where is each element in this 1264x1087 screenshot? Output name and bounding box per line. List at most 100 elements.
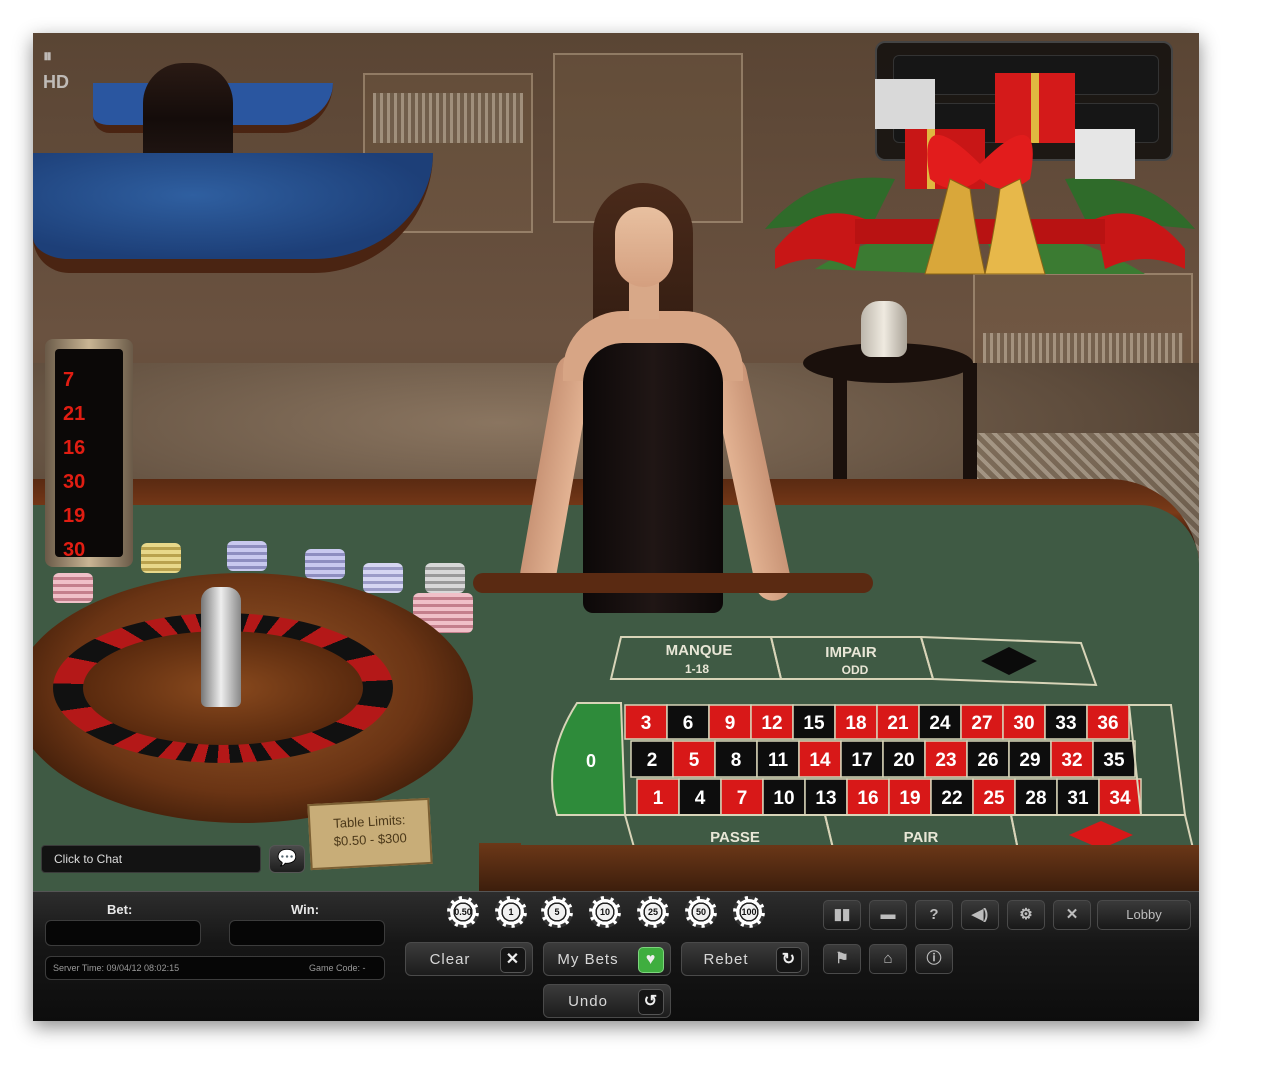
- bet-number-label: 26: [977, 750, 998, 771]
- history-list: 7 21 16 30 19 30: [55, 349, 123, 561]
- bet-number-label: 11: [768, 750, 789, 771]
- bet-number-label: 1: [653, 788, 664, 809]
- vase: [861, 301, 907, 357]
- bet-label: Bet:: [107, 902, 133, 917]
- server-time: Server Time: 09/04/12 08:02:15: [53, 963, 180, 973]
- bet-number-label: 14: [809, 750, 831, 771]
- wall-vent: [373, 93, 523, 143]
- bet-number-label: 22: [941, 788, 962, 809]
- bet-number-label: 24: [929, 713, 951, 734]
- background-blackjack-table: [33, 153, 433, 273]
- win-amount-field: [229, 920, 385, 946]
- bet-number-label: 10: [773, 788, 794, 809]
- flag-icon[interactable]: ⚑: [823, 944, 861, 974]
- bet-number-label: 34: [1109, 788, 1131, 809]
- control-bar: Bet: Win: Server Time: 09/04/12 08:02:15…: [33, 891, 1199, 1021]
- bet-number-label: 28: [1025, 788, 1046, 809]
- undo-button[interactable]: Undo ↺: [543, 984, 671, 1018]
- home-icon[interactable]: ⌂: [869, 944, 907, 974]
- bet-number-label: 29: [1019, 750, 1040, 771]
- help-icon[interactable]: ?: [915, 900, 953, 930]
- bet-number-label: 30: [1013, 713, 1034, 734]
- bet-number-label: 33: [1055, 713, 1076, 734]
- chip-1[interactable]: 1: [495, 896, 527, 928]
- chip-5[interactable]: 5: [541, 896, 573, 928]
- lobby-button[interactable]: Lobby: [1097, 900, 1191, 930]
- history-number: 30: [63, 471, 86, 493]
- statistics-icon[interactable]: ▮▮: [823, 900, 861, 930]
- history-number: 7: [63, 369, 75, 391]
- chip-50[interactable]: 50: [685, 896, 717, 928]
- chip-10[interactable]: 10: [589, 896, 621, 928]
- chip-100[interactable]: 100: [733, 896, 765, 928]
- chat-input[interactable]: Click to Chat: [41, 845, 261, 873]
- chip-stack: [227, 541, 267, 571]
- history-display: 7 21 16 30 19 30: [45, 339, 133, 567]
- history-number: 16: [63, 437, 86, 459]
- chip-0-50[interactable]: 0.50: [447, 896, 479, 928]
- bet-number-label: 20: [893, 750, 914, 771]
- hd-badge: HD: [43, 72, 69, 92]
- bet-number-label: 32: [1061, 750, 1082, 771]
- bet-number-label: 21: [887, 713, 909, 734]
- history-number: 21: [63, 403, 86, 425]
- my-bets-button[interactable]: My Bets ♥: [543, 942, 671, 976]
- gift-box-icon: [1075, 129, 1135, 179]
- wheel-turret: [201, 587, 241, 707]
- settings-icon[interactable]: ⚙: [1007, 900, 1045, 930]
- win-label: Win:: [291, 902, 320, 917]
- info-icon[interactable]: ⓘ: [915, 944, 953, 974]
- bet-number-label: 7: [737, 788, 748, 809]
- bet-number-label: 27: [971, 713, 992, 734]
- undo-arrow-icon: ↺: [638, 989, 664, 1015]
- table-limits-sign: Table Limits: $0.50 - $300: [307, 797, 433, 871]
- clear-label: Clear: [429, 951, 471, 968]
- bet-pair-label: PAIR: [904, 829, 939, 845]
- table-front-rail: [473, 573, 873, 593]
- bet-number-label: 9: [725, 713, 736, 734]
- rebet-button[interactable]: Rebet ↻: [681, 942, 809, 976]
- bet-number-label: 12: [761, 713, 782, 734]
- bet-number-label: 36: [1097, 713, 1118, 734]
- christmas-ornament: [765, 73, 1195, 275]
- layout-wooden-edge: [479, 843, 1199, 891]
- bet-number-label: 35: [1103, 750, 1125, 771]
- bet-number-label: 8: [731, 750, 742, 771]
- clear-button[interactable]: Clear ✕: [405, 942, 533, 976]
- sound-icon[interactable]: ◀): [961, 900, 999, 930]
- bet-number-label: 16: [857, 788, 878, 809]
- bet-amount-field: [45, 920, 201, 946]
- roulette-wheel: [33, 573, 473, 823]
- heart-icon: ♥: [638, 947, 664, 973]
- bet-manque-range: 1-18: [685, 662, 709, 676]
- bet-number-label: 15: [803, 713, 825, 734]
- chat-icon[interactable]: ▬: [869, 900, 907, 930]
- repeat-icon: ↻: [776, 947, 802, 973]
- bet-number-label: 25: [983, 788, 1005, 809]
- chip-stack: [141, 543, 181, 573]
- pause-icon: ⏸: [43, 46, 52, 66]
- bet-number-label: 6: [683, 713, 694, 734]
- betting-layout[interactable]: MANQUE1-18IMPAIRODD03 6 9 12 15 18 21 24 27 30 33 3…: [521, 629, 1199, 845]
- chip-25[interactable]: 25: [637, 896, 669, 928]
- history-number: 30: [63, 539, 86, 561]
- history-number: 19: [63, 505, 86, 527]
- chat-placeholder: Click to Chat: [54, 852, 123, 866]
- bet-number-label: 3: [641, 713, 652, 734]
- fullscreen-icon[interactable]: ✕: [1053, 900, 1091, 930]
- dealer-face: [615, 207, 673, 287]
- speech-bubble-icon[interactable]: 💬: [269, 845, 305, 873]
- bet-manque-label: MANQUE: [666, 642, 733, 659]
- game-code: Game Code: -: [309, 963, 366, 973]
- bet-number-label: 13: [815, 788, 836, 809]
- bet-number-label: 5: [689, 750, 700, 771]
- bet-number-label: 18: [845, 713, 866, 734]
- close-icon: ✕: [500, 947, 526, 973]
- bet-number-label: 31: [1067, 788, 1089, 809]
- provider-logo: ⏸ HD: [43, 43, 69, 95]
- bet-number-label: 17: [851, 750, 872, 771]
- bet-passe-label: PASSE: [710, 829, 760, 845]
- bet-zero-label: 0: [586, 751, 596, 771]
- bet-number-label: 4: [695, 788, 706, 809]
- undo-label: Undo: [568, 993, 608, 1010]
